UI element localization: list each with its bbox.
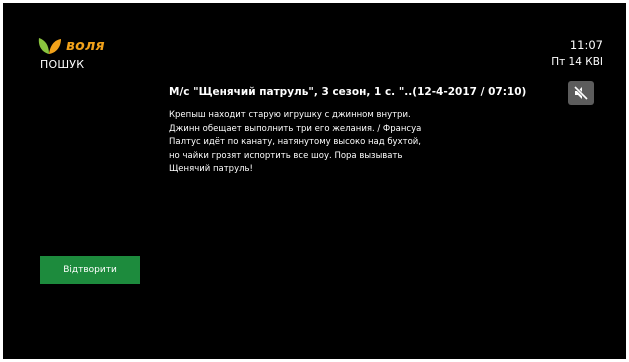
- brand-logo: воля: [37, 37, 105, 55]
- description-line: Джинн обещает выполнить три его желания.…: [169, 123, 422, 134]
- page-title: ПОШУК: [40, 58, 85, 71]
- clock-date: Пт 14 КВІ: [551, 56, 603, 68]
- leaf-logo-icon: [38, 38, 61, 54]
- play-button[interactable]: Відтворити: [40, 256, 140, 284]
- description-line: Щенячий патруль!: [169, 164, 253, 175]
- tv-screen: воля ПОШУК 11:07 Пт 14 КВІ М/с "Щенячий …: [3, 3, 626, 359]
- clock-time: 11:07: [569, 38, 603, 52]
- description-line: но чайки грозят испортить все шоу. Пора …: [169, 150, 403, 161]
- brand-name: воля: [66, 38, 105, 54]
- mute-button[interactable]: [568, 81, 594, 105]
- muted-speaker-icon: [573, 85, 589, 101]
- description-line: Крепыш находит старую игрушку с джинном …: [169, 110, 411, 120]
- program-description: Крепыш находит старую игрушку с джинном …: [169, 109, 469, 177]
- description-line: Палтус идёт по канату, натянутому высоко…: [169, 137, 421, 148]
- program-title: М/с "Щенячий патруль", 3 сезон, 1 с. "..…: [169, 86, 527, 98]
